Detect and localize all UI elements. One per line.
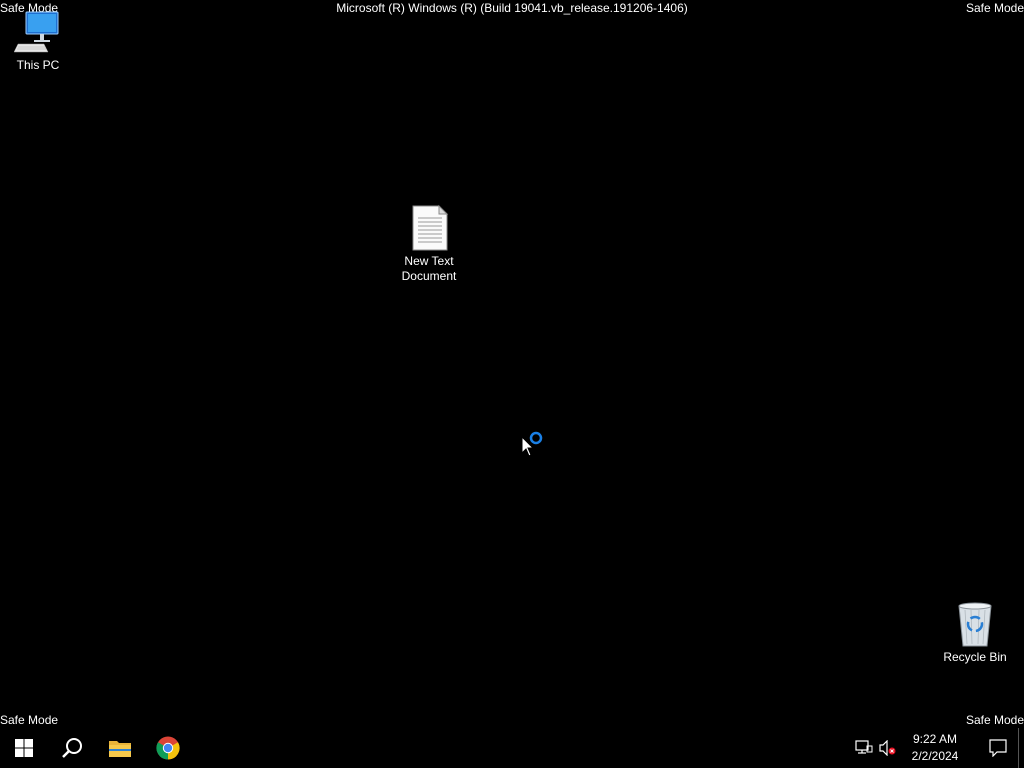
busy-cursor	[521, 430, 547, 458]
text-document-icon	[405, 204, 453, 252]
clock-time: 9:22 AM	[912, 732, 958, 746]
action-center-button[interactable]	[978, 728, 1018, 768]
desktop-icon-recycle-bin[interactable]: Recycle Bin	[937, 600, 1013, 665]
desktop-icon-label: This PC	[16, 58, 60, 72]
start-button[interactable]	[0, 728, 48, 768]
taskbar-clock[interactable]: 9:22 AM 2/2/2024	[900, 728, 970, 768]
desktop-icon-label: Recycle Bin	[943, 650, 1007, 664]
search-icon	[62, 738, 82, 758]
desktop-icon-label-text: New Text Document	[401, 254, 457, 283]
folder-icon	[109, 741, 131, 757]
action-center-icon	[989, 739, 1007, 757]
file-explorer-button[interactable]	[96, 728, 144, 768]
desktop-icon-this-pc[interactable]: This PC	[0, 8, 76, 73]
system-tray: 9:22 AM 2/2/2024	[852, 728, 1024, 768]
safe-mode-label-bottom-left: Safe Mode	[0, 713, 59, 727]
chrome-button[interactable]	[144, 728, 192, 768]
network-icon[interactable]	[852, 728, 876, 768]
safe-mode-label-bottom-right: Safe Mode	[965, 713, 1024, 727]
chrome-icon	[156, 736, 180, 760]
clock-date: 2/2/2024	[911, 749, 959, 763]
computer-icon	[14, 8, 62, 56]
show-desktop-button[interactable]	[1018, 728, 1024, 768]
recycle-bin-icon	[951, 600, 999, 648]
search-button[interactable]	[48, 728, 96, 768]
desktop[interactable]: Safe Mode Safe Mode Safe Mode Safe Mode …	[0, 0, 1024, 728]
desktop-icon-new-text-document[interactable]: New Text Document	[391, 204, 467, 284]
build-version-text: Microsoft (R) Windows (R) (Build 19041.v…	[336, 1, 688, 15]
desktop-icon-label: New Text Document	[402, 254, 457, 284]
volume-muted-icon[interactable]	[876, 728, 900, 768]
windows-logo-icon	[15, 739, 33, 757]
taskbar: 9:22 AM 2/2/2024	[0, 728, 1024, 768]
